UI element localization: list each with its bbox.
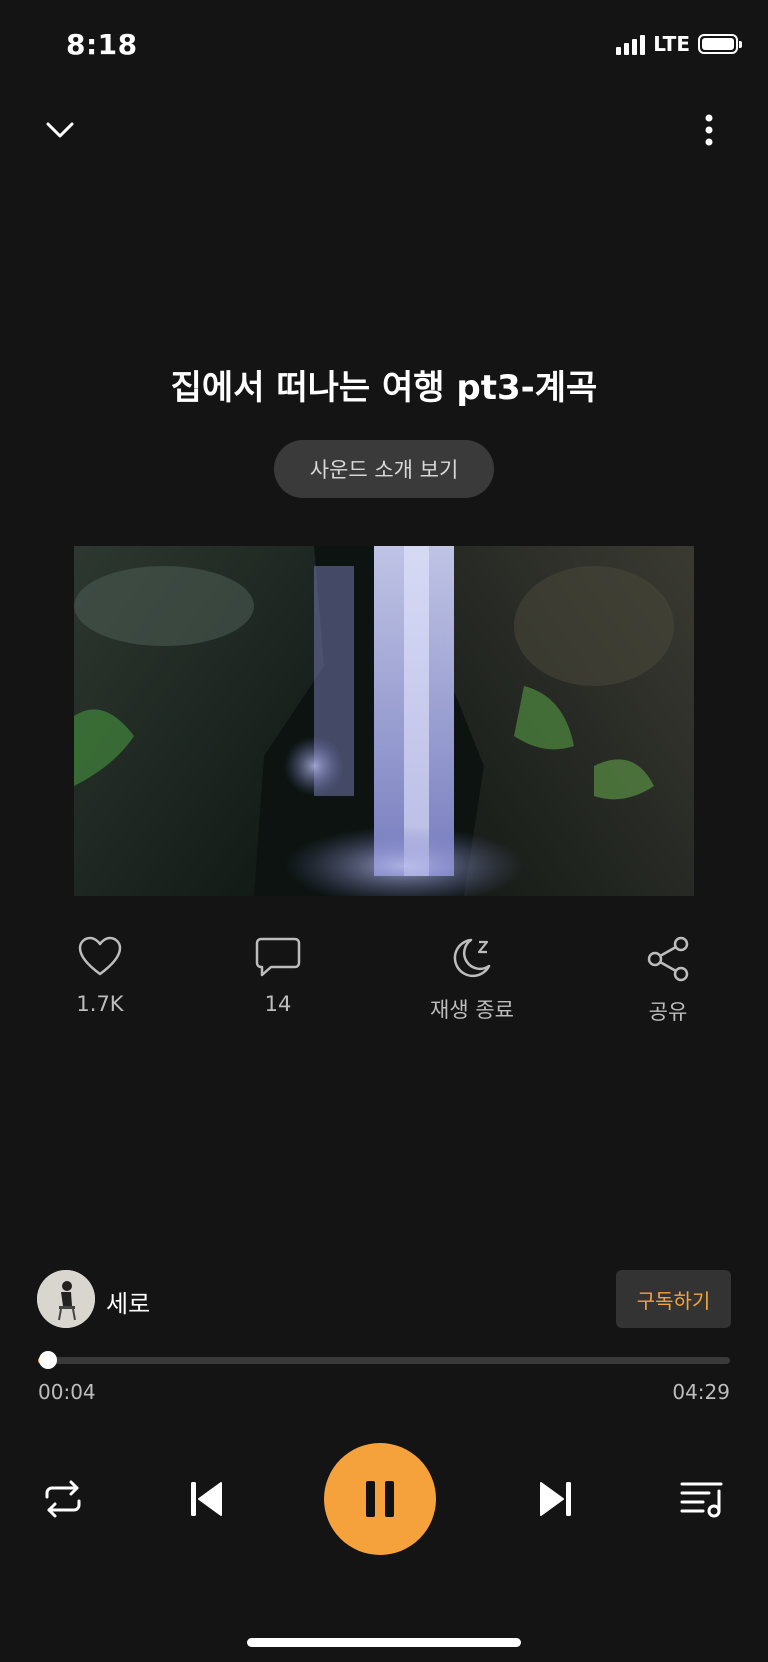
sleep-timer-label: 재생 종료	[430, 998, 514, 1022]
moon-sleep-icon	[453, 938, 491, 978]
heart-icon	[78, 936, 122, 976]
like-count: 1.7K	[76, 992, 124, 1016]
sleep-timer-button[interactable]: 재생 종료	[402, 936, 542, 1024]
status-time: 8:18	[66, 28, 138, 61]
progress-thumb[interactable]	[39, 1351, 58, 1369]
comment-count: 14	[264, 992, 292, 1016]
comment-button[interactable]: 14	[208, 936, 348, 1016]
sound-intro-button[interactable]: 사운드 소개 보기	[274, 440, 494, 498]
next-track-icon[interactable]	[520, 1464, 590, 1534]
share-button[interactable]: 공유	[598, 936, 738, 1026]
pause-button[interactable]	[324, 1443, 436, 1555]
playlist-icon[interactable]	[668, 1464, 738, 1534]
battery-icon	[698, 34, 742, 54]
track-title: 집에서 떠나는 여행 pt3-계곡	[170, 368, 598, 408]
current-time: 00:04	[38, 1380, 96, 1404]
signal-icon	[616, 33, 646, 55]
share-icon	[647, 936, 689, 982]
repeat-icon[interactable]	[28, 1464, 98, 1534]
creator-name[interactable]: 세로	[106, 1284, 150, 1319]
status-indicators: LTE	[616, 32, 742, 56]
duration-time: 04:29	[672, 1380, 730, 1404]
chevron-down-icon[interactable]	[38, 112, 82, 148]
previous-track-icon[interactable]	[172, 1464, 242, 1534]
more-vertical-icon[interactable]	[694, 110, 724, 150]
subscribe-button[interactable]: 구독하기	[616, 1270, 731, 1328]
avatar[interactable]	[37, 1270, 95, 1328]
network-label: LTE	[653, 32, 690, 56]
home-indicator[interactable]	[247, 1638, 521, 1647]
like-button[interactable]: 1.7K	[30, 936, 170, 1016]
comment-icon	[255, 937, 301, 977]
pause-icon	[366, 1481, 394, 1517]
track-artwork	[74, 546, 694, 896]
progress-bar[interactable]	[38, 1351, 730, 1369]
share-label: 공유	[648, 1000, 688, 1024]
